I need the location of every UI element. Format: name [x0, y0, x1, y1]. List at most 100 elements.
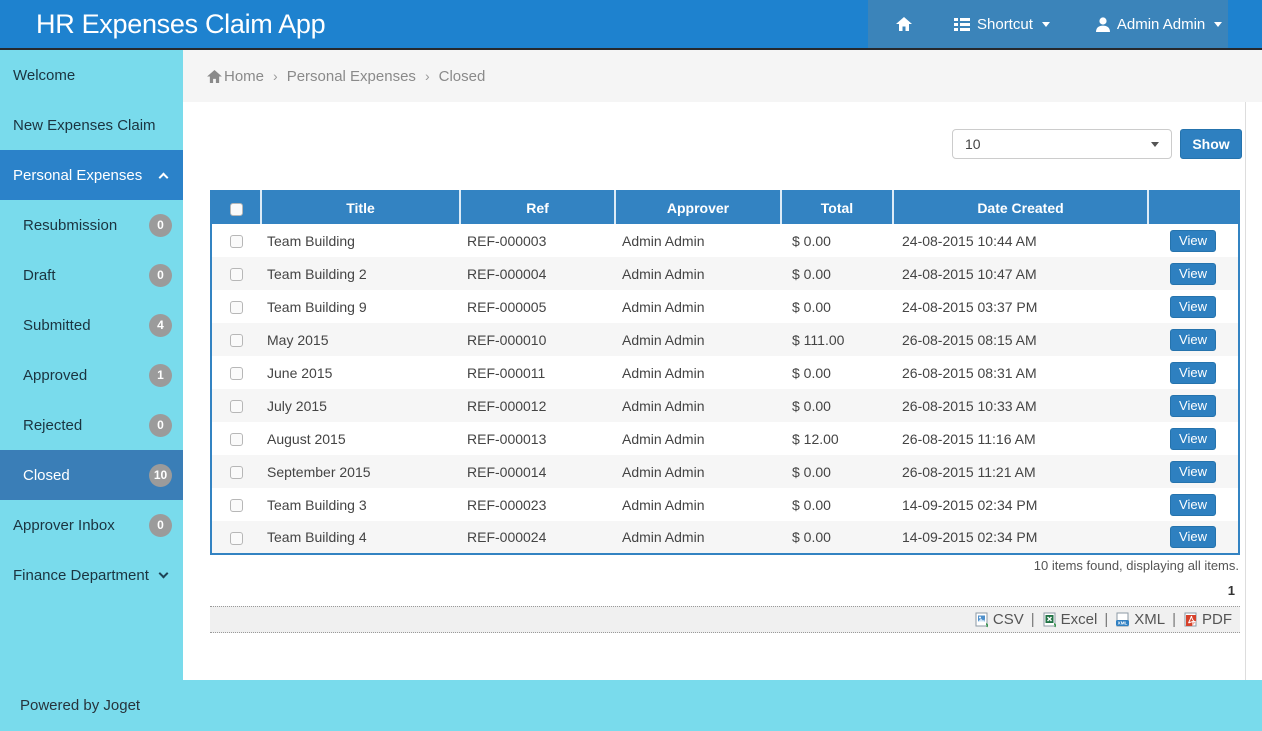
row-checkbox[interactable] [230, 433, 243, 446]
export-xml-link[interactable]: XML XML [1115, 611, 1165, 628]
count-badge: 0 [149, 414, 172, 437]
sidebar-item-resubmission[interactable]: Resubmission 0 [0, 200, 183, 250]
shortcut-label: Shortcut [977, 16, 1033, 33]
cell-date-created: 26-08-2015 11:21 AM [893, 455, 1148, 488]
cell-total: $ 0.00 [781, 488, 893, 521]
sidebar-item-label: Personal Expenses [13, 167, 142, 184]
cell-ref: REF-000004 [460, 257, 615, 290]
sidebar-item-approved[interactable]: Approved 1 [0, 350, 183, 400]
row-checkbox[interactable] [230, 301, 243, 314]
cell-title: June 2015 [261, 356, 460, 389]
sidebar-item-submitted[interactable]: Submitted 4 [0, 300, 183, 350]
row-checkbox[interactable] [230, 235, 243, 248]
sidebar-item-personal-expenses[interactable]: Personal Expenses [0, 150, 183, 200]
view-button[interactable]: View [1170, 526, 1216, 548]
cell-approver: Admin Admin [615, 257, 781, 290]
export-csv-link[interactable]: CSV [974, 611, 1024, 628]
page-size-select[interactable]: 10 [952, 129, 1172, 159]
user-label: Admin Admin [1117, 16, 1205, 33]
home-icon [207, 70, 222, 83]
column-header-approver[interactable]: Approver [615, 191, 781, 224]
export-pdf-link[interactable]: PDF [1183, 611, 1232, 628]
cell-ref: REF-000005 [460, 290, 615, 323]
app-title: HR Expenses Claim App [36, 0, 325, 48]
row-checkbox[interactable] [230, 532, 243, 545]
content-area: 10 Show Title Ref Approver Total Date [183, 102, 1246, 680]
cell-title: August 2015 [261, 422, 460, 455]
sidebar-item-welcome[interactable]: Welcome [0, 50, 183, 100]
items-found-summary: 10 items found, displaying all items. [1034, 558, 1239, 573]
view-button[interactable]: View [1170, 461, 1216, 483]
sidebar-item-label: Approver Inbox [13, 517, 115, 534]
cell-date-created: 26-08-2015 11:16 AM [893, 422, 1148, 455]
sidebar-item-finance-department[interactable]: Finance Department [0, 550, 183, 600]
column-header-ref[interactable]: Ref [460, 191, 615, 224]
cell-title: Team Building 2 [261, 257, 460, 290]
cell-date-created: 26-08-2015 08:31 AM [893, 356, 1148, 389]
cell-total: $ 0.00 [781, 290, 893, 323]
sidebar-item-label: Resubmission [23, 217, 117, 234]
home-button[interactable] [896, 17, 912, 31]
count-badge: 10 [149, 464, 172, 487]
view-button[interactable]: View [1170, 395, 1216, 417]
cell-total: $ 0.00 [781, 455, 893, 488]
home-icon [896, 17, 912, 31]
show-button[interactable]: Show [1180, 129, 1242, 159]
excel-file-icon [1042, 612, 1058, 628]
select-all-checkbox[interactable] [230, 203, 243, 216]
view-button[interactable]: View [1170, 263, 1216, 285]
shortcut-menu[interactable]: Shortcut [954, 16, 1050, 33]
row-checkbox[interactable] [230, 334, 243, 347]
row-checkbox[interactable] [230, 499, 243, 512]
cell-title: September 2015 [261, 455, 460, 488]
cell-total: $ 0.00 [781, 356, 893, 389]
pagination-page-1[interactable]: 1 [1228, 583, 1235, 598]
column-header-title[interactable]: Title [261, 191, 460, 224]
count-badge: 0 [149, 214, 172, 237]
cell-total: $ 0.00 [781, 389, 893, 422]
sidebar-item-approver-inbox[interactable]: Approver Inbox 0 [0, 500, 183, 550]
cell-ref: REF-000010 [460, 323, 615, 356]
sidebar-item-label: Closed [23, 467, 70, 484]
table-row: Team Building REF-000003 Admin Admin $ 0… [211, 224, 1239, 257]
view-button[interactable]: View [1170, 362, 1216, 384]
sidebar-item-new-expenses-claim[interactable]: New Expenses Claim [0, 100, 183, 150]
cell-date-created: 24-08-2015 03:37 PM [893, 290, 1148, 323]
view-button[interactable]: View [1170, 428, 1216, 450]
breadcrumb-personal-expenses[interactable]: Personal Expenses [287, 68, 416, 85]
row-checkbox[interactable] [230, 400, 243, 413]
count-badge: 1 [149, 364, 172, 387]
view-button[interactable]: View [1170, 296, 1216, 318]
sidebar-item-rejected[interactable]: Rejected 0 [0, 400, 183, 450]
column-header-total[interactable]: Total [781, 191, 893, 224]
row-checkbox[interactable] [230, 367, 243, 380]
count-badge: 0 [149, 264, 172, 287]
cell-approver: Admin Admin [615, 224, 781, 257]
view-button[interactable]: View [1170, 494, 1216, 516]
column-header-date-created[interactable]: Date Created [893, 191, 1148, 224]
row-checkbox[interactable] [230, 466, 243, 479]
sidebar-item-draft[interactable]: Draft 0 [0, 250, 183, 300]
export-excel-link[interactable]: Excel [1042, 611, 1098, 628]
cell-ref: REF-000011 [460, 356, 615, 389]
sidebar-item-label: Draft [23, 267, 56, 284]
breadcrumb-closed: Closed [439, 68, 486, 85]
cell-date-created: 26-08-2015 10:33 AM [893, 389, 1148, 422]
sidebar-item-closed[interactable]: Closed 10 [0, 450, 183, 500]
breadcrumb-home[interactable]: Home [207, 68, 264, 85]
cell-ref: REF-000003 [460, 224, 615, 257]
cell-title: May 2015 [261, 323, 460, 356]
user-menu[interactable]: Admin Admin [1096, 16, 1222, 33]
caret-down-icon [1214, 22, 1222, 27]
cell-title: Team Building 9 [261, 290, 460, 323]
cell-title: Team Building [261, 224, 460, 257]
view-button[interactable]: View [1170, 329, 1216, 351]
view-button[interactable]: View [1170, 230, 1216, 252]
cell-title: Team Building 3 [261, 488, 460, 521]
cell-date-created: 14-09-2015 02:34 PM [893, 488, 1148, 521]
table-row: Team Building 4 REF-000024 Admin Admin $… [211, 521, 1239, 554]
cell-total: $ 12.00 [781, 422, 893, 455]
row-checkbox[interactable] [230, 268, 243, 281]
table-row: Team Building 3 REF-000023 Admin Admin $… [211, 488, 1239, 521]
cell-approver: Admin Admin [615, 323, 781, 356]
